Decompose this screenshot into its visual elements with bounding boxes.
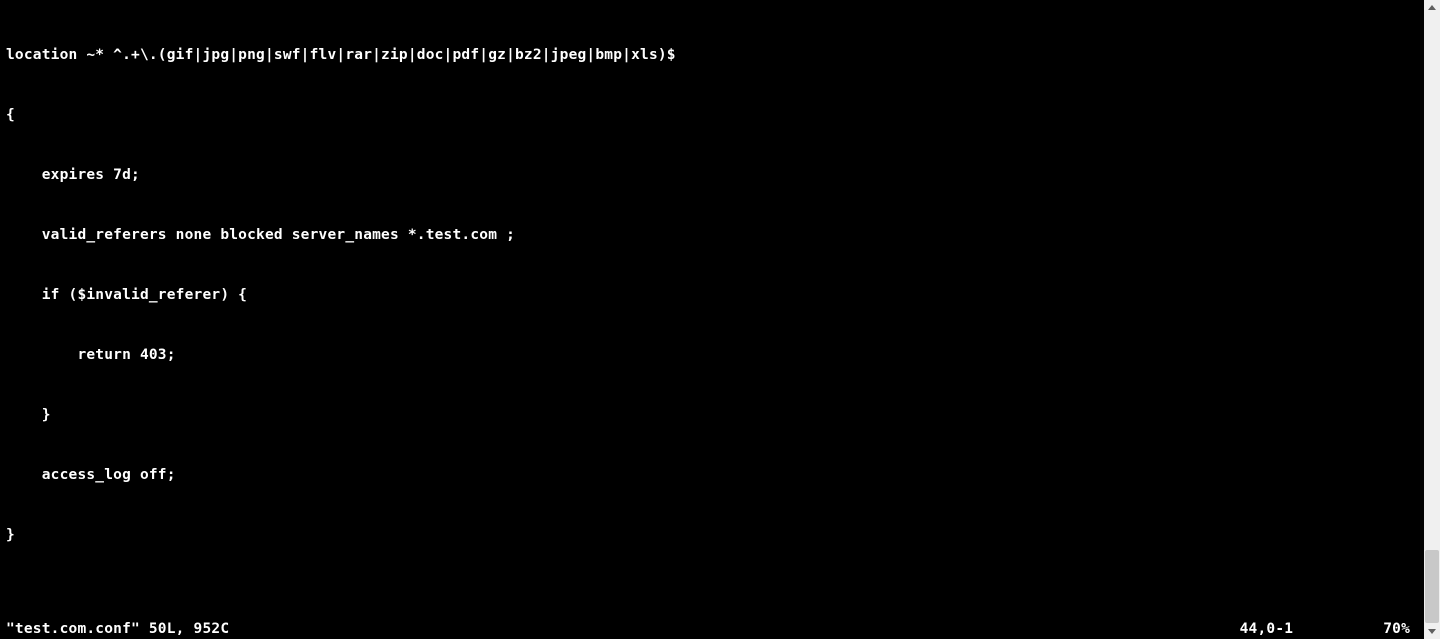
terminal-viewport: location ~* ^.+\.(gif|jpg|png|swf|flv|ra… [0,0,1424,639]
code-line: location ~* ^.+\.(gif|jpg|png|swf|flv|ra… [6,45,1418,65]
code-line: access_log off; [6,465,1418,485]
scroll-down-arrow-icon[interactable] [1424,623,1440,639]
scroll-up-arrow-icon[interactable] [1424,0,1440,16]
status-spacer [229,619,1239,639]
status-filename: "test.com.conf" 50L, 952C [6,619,229,639]
code-line: valid_referers none blocked server_names… [6,225,1418,245]
code-line: } [6,405,1418,425]
code-line: return 403; [6,345,1418,365]
code-line: { [6,105,1418,125]
code-line: } [6,525,1418,545]
status-scroll-percent: 70% [1383,619,1418,639]
vertical-scrollbar[interactable] [1424,0,1440,639]
status-cursor-position: 44,0-1 [1240,619,1384,639]
editor-content[interactable]: location ~* ^.+\.(gif|jpg|png|swf|flv|ra… [0,0,1424,639]
code-line: if ($invalid_referer) { [6,285,1418,305]
scroll-track[interactable] [1424,16,1440,623]
vim-status-bar: "test.com.conf" 50L, 952C 44,0-1 70% [0,619,1424,639]
code-line [6,585,1418,605]
scroll-thumb[interactable] [1425,550,1439,623]
code-line: expires 7d; [6,165,1418,185]
